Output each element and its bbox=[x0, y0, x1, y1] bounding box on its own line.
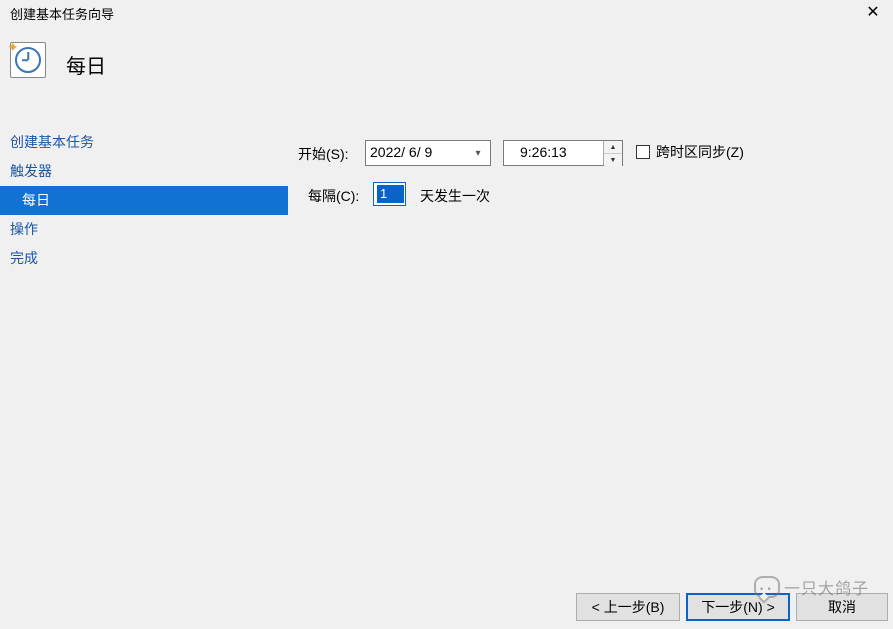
chevron-down-icon[interactable]: ▾ bbox=[468, 143, 488, 163]
cancel-button[interactable]: 取消 bbox=[796, 593, 888, 621]
wizard-window: 创建基本任务向导 ✕ ✦ 每日 创建基本任务 触发器 每日 操作 完成 开始(S… bbox=[0, 0, 893, 629]
spin-up-icon[interactable]: ▲ bbox=[604, 141, 622, 154]
next-button[interactable]: 下一步(N) > bbox=[686, 593, 790, 621]
start-time-value: 9:26:13 bbox=[520, 144, 567, 160]
step-finish[interactable]: 完成 bbox=[0, 244, 288, 273]
window-title: 创建基本任务向导 bbox=[10, 4, 114, 23]
checkbox-box-icon[interactable] bbox=[636, 145, 650, 159]
spin-down-icon[interactable]: ▼ bbox=[604, 154, 622, 166]
interval-suffix: 天发生一次 bbox=[420, 186, 490, 206]
start-date-picker[interactable]: 2022/ 6/ 9 ▾ bbox=[365, 140, 491, 166]
page-heading: 每日 bbox=[66, 50, 106, 79]
start-row: 开始(S): 2022/ 6/ 9 ▾ 9:26:13 ▲ ▼ 跨时区同步(Z) bbox=[298, 128, 893, 170]
step-trigger[interactable]: 触发器 bbox=[0, 157, 288, 186]
interval-label: 每隔(C): bbox=[308, 186, 359, 206]
start-label: 开始(S): bbox=[298, 144, 349, 164]
start-date-value: 2022/ 6/ 9 bbox=[370, 144, 432, 160]
back-button[interactable]: < 上一步(B) bbox=[576, 593, 680, 621]
time-spinner[interactable]: ▲ ▼ bbox=[603, 141, 622, 165]
step-create-basic-task[interactable]: 创建基本任务 bbox=[0, 128, 288, 157]
step-action[interactable]: 操作 bbox=[0, 215, 288, 244]
daily-settings: 开始(S): 2022/ 6/ 9 ▾ 9:26:13 ▲ ▼ 跨时区同步(Z)… bbox=[298, 128, 893, 212]
step-daily[interactable]: 每日 bbox=[0, 186, 288, 215]
interval-row: 每隔(C): 1 天发生一次 bbox=[298, 170, 893, 212]
tz-sync-label: 跨时区同步(Z) bbox=[656, 142, 744, 162]
interval-input[interactable]: 1 bbox=[373, 182, 406, 206]
tz-sync-checkbox[interactable]: 跨时区同步(Z) bbox=[636, 142, 744, 162]
close-icon[interactable]: ✕ bbox=[863, 4, 883, 24]
wizard-steps: 创建基本任务 触发器 每日 操作 完成 bbox=[0, 128, 288, 273]
titlebar: 创建基本任务向导 ✕ bbox=[0, 0, 893, 26]
wizard-footer: < 上一步(B) 下一步(N) > 取消 bbox=[0, 589, 893, 629]
wizard-clock-icon: ✦ bbox=[10, 42, 46, 78]
interval-value: 1 bbox=[377, 185, 404, 203]
start-time-picker[interactable]: 9:26:13 ▲ ▼ bbox=[503, 140, 623, 166]
